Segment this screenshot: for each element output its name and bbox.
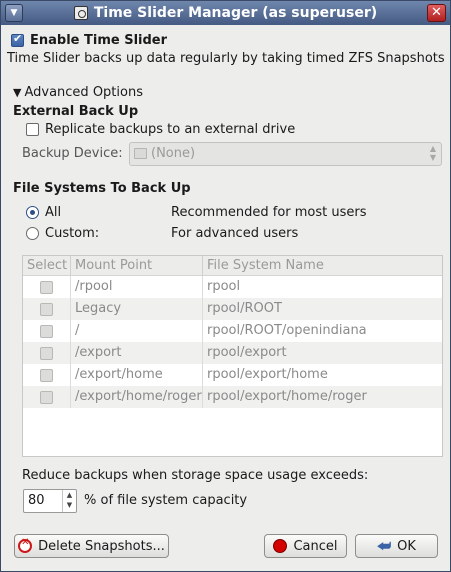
storage-threshold-spinbutton[interactable]: 80 ▲ ▼ [23, 489, 77, 513]
filesystems-table: Select Mount Point File System Name /rpo… [22, 255, 443, 457]
advanced-options-expander[interactable]: ▼ Advanced Options [13, 85, 143, 100]
row-filesystem-name: rpool/export/home/roger [207, 389, 367, 404]
cancel-label: Cancel [293, 538, 338, 554]
radio-custom-hint: For advanced users [171, 226, 299, 241]
row-filesystem-name: rpool/export [207, 345, 287, 360]
row-mount-point: Legacy [71, 298, 203, 320]
row-mount-point: /rpool [71, 276, 203, 298]
ok-button[interactable]: ⮨ OK [355, 534, 438, 558]
storage-threshold-suffix: % of file system capacity [84, 493, 248, 508]
column-header-select[interactable]: Select [23, 256, 71, 276]
row-mount-point: /export [71, 342, 203, 364]
row-select-checkbox[interactable] [40, 347, 53, 360]
cancel-icon [273, 539, 288, 553]
time-slider-window: ▼ Time Slider Manager (as superuser) ✕ E… [0, 0, 451, 572]
cancel-button[interactable]: Cancel [264, 534, 347, 558]
backup-device-value: (None) [151, 146, 196, 161]
table-row[interactable]: /export/home rpool/export/home [23, 364, 442, 386]
ok-arrow-icon: ⮨ [377, 537, 392, 555]
replicate-label: Replicate backups to an external drive [45, 122, 296, 137]
advanced-options-label: Advanced Options [24, 85, 143, 100]
table-row[interactable]: /rpool rpool [23, 276, 442, 298]
window-title: Time Slider Manager (as superuser) [93, 5, 378, 21]
radio-custom-indicator[interactable] [26, 227, 39, 240]
row-select-checkbox[interactable] [40, 325, 53, 338]
row-mount-point: /export/home [71, 364, 203, 386]
table-row[interactable]: /export/home/roger rpool/export/home/rog… [23, 386, 442, 408]
radio-custom-label: Custom: [45, 226, 100, 241]
expander-triangle-icon: ▼ [13, 86, 22, 99]
row-select-checkbox[interactable] [40, 303, 53, 316]
table-row[interactable]: / rpool/ROOT/openindiana [23, 320, 442, 342]
row-select-checkbox[interactable] [40, 369, 53, 382]
delete-snapshots-label: Delete Snapshots... [38, 538, 165, 554]
title-bar: ▼ Time Slider Manager (as superuser) ✕ [1, 1, 450, 25]
radio-all-label: All [45, 205, 62, 220]
combo-arrows-icon: ▲ ▼ [429, 144, 436, 162]
table-row[interactable]: /export rpool/export [23, 342, 442, 364]
folder-icon [134, 148, 147, 159]
filesystems-heading: File Systems To Back Up [13, 181, 191, 196]
storage-threshold-value: 80 [28, 493, 45, 508]
delete-icon: ✕ [18, 537, 33, 553]
enable-description: Time Slider backs up data regularly by t… [7, 51, 445, 66]
row-filesystem-name: rpool/export/home [207, 367, 328, 382]
enable-time-slider-checkbox[interactable]: Enable Time Slider [11, 32, 168, 48]
row-filesystem-name: rpool/ROOT/openindiana [207, 323, 367, 338]
row-select-checkbox[interactable] [40, 281, 53, 294]
close-icon: ✕ [431, 5, 442, 20]
row-filesystem-name: rpool [207, 279, 241, 294]
backup-device-combo[interactable]: (None) ▲ ▼ [129, 142, 442, 166]
table-row[interactable]: Legacy rpool/ROOT [23, 298, 442, 320]
radio-custom[interactable]: Custom: [26, 226, 99, 241]
external-backup-heading: External Back Up [13, 104, 139, 119]
column-header-mount-point[interactable]: Mount Point [71, 256, 203, 276]
time-slider-app-icon [73, 6, 88, 20]
storage-threshold-label: Reduce backups when storage space usage … [22, 468, 369, 483]
radio-all[interactable]: All [26, 205, 61, 220]
replicate-checkbox-box[interactable] [26, 123, 39, 136]
table-header: Select Mount Point File System Name [23, 256, 442, 276]
row-filesystem-name: rpool/ROOT [207, 301, 282, 316]
radio-all-hint: Recommended for most users [171, 205, 367, 220]
delete-snapshots-button[interactable]: ✕ Delete Snapshots... [14, 534, 169, 558]
radio-all-indicator[interactable] [26, 206, 39, 219]
row-mount-point: /export/home/roger [71, 386, 203, 408]
ok-label: OK [397, 538, 416, 554]
enable-checkbox-box[interactable] [11, 32, 24, 47]
replicate-backups-checkbox[interactable]: Replicate backups to an external drive [26, 122, 295, 137]
enable-time-slider-label: Enable Time Slider [30, 33, 168, 48]
backup-device-label: Backup Device: [22, 146, 123, 161]
column-header-filesystem-name[interactable]: File System Name [203, 256, 442, 276]
spin-arrows-icon[interactable]: ▲ ▼ [62, 490, 76, 512]
row-select-checkbox[interactable] [40, 391, 53, 404]
row-mount-point: / [71, 320, 203, 342]
window-close-button[interactable]: ✕ [427, 4, 446, 22]
